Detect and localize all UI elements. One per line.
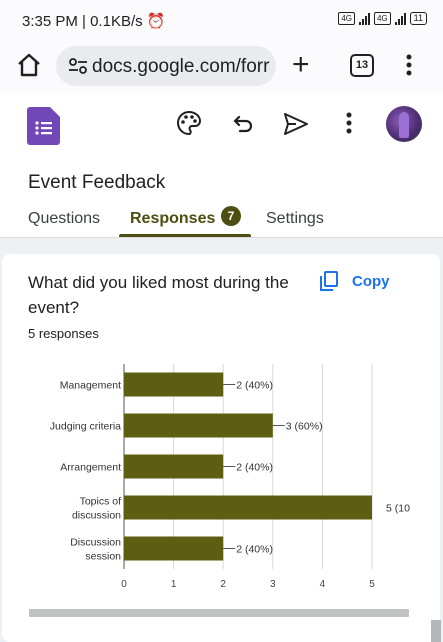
google-forms-logo-icon[interactable]: [27, 107, 60, 145]
avatar[interactable]: [386, 106, 422, 142]
send-icon[interactable]: [283, 112, 309, 136]
category-label: Arrangement: [60, 462, 121, 474]
status-time: 3:35 PM | 0.1KB/s ⏰: [22, 12, 165, 30]
new-tab-button[interactable]: +: [292, 50, 310, 80]
data-label: 2 (40%): [236, 462, 273, 474]
category-label: Discussion session: [70, 537, 121, 563]
bar: [124, 413, 273, 438]
bar-chart: 0 1 2 3 4 5 Management 2 (40%) Judging criteria 3…: [50, 364, 410, 590]
volte2-icon: 4G: [373, 12, 391, 25]
data-label: 2 (40%): [236, 544, 273, 556]
category-label: Judging criteria: [50, 421, 121, 433]
tab-switcher-button[interactable]: 13: [350, 54, 374, 77]
tab-settings[interactable]: Settings: [266, 210, 324, 228]
page-scrollbar[interactable]: [431, 620, 441, 642]
url-text[interactable]: docs.google.com/forr: [92, 56, 270, 78]
battery-icon: 11: [409, 12, 427, 25]
x-tick-label: 2: [220, 579, 226, 590]
bar: [124, 536, 224, 561]
category-label: Management: [60, 380, 121, 392]
home-icon[interactable]: [16, 52, 42, 78]
x-tick-label: 3: [270, 579, 276, 590]
copy-chart-button[interactable]: Copy: [320, 270, 390, 292]
question-title: What did you liked most during the event…: [28, 273, 289, 317]
forms-header: Event Feedback Questions Responses 7 Set…: [0, 92, 443, 238]
tab-questions[interactable]: Questions: [28, 210, 100, 228]
question-summary-card: What did you liked most during the event…: [2, 254, 440, 642]
alarm-icon: ⏰: [146, 13, 166, 30]
x-tick-label: 5: [369, 579, 375, 590]
signal2-icon: [394, 12, 406, 25]
x-tick-label: 0: [121, 579, 127, 590]
address-bar[interactable]: docs.google.com/forr: [56, 46, 276, 86]
chart-horizontal-scrollbar[interactable]: [29, 609, 409, 617]
category-label: Topics of discussion: [72, 496, 121, 522]
bar: [124, 454, 224, 479]
data-label: 5 (10: [386, 503, 410, 515]
status-bar: 3:35 PM | 0.1KB/s ⏰ 4G 4G 11: [0, 0, 443, 40]
data-label: 2 (40%): [236, 380, 273, 392]
tab-responses[interactable]: Responses: [130, 210, 215, 228]
more-options-icon[interactable]: [346, 112, 352, 134]
site-settings-icon[interactable]: [68, 57, 88, 75]
status-icons: 4G 4G 11: [338, 12, 427, 25]
responses-count-badge: 7: [221, 206, 241, 226]
copy-icon: [320, 271, 338, 291]
x-tick-label: 4: [320, 579, 326, 590]
copy-label: Copy: [352, 272, 390, 290]
undo-icon[interactable]: [232, 112, 254, 134]
active-tab-indicator: [119, 234, 251, 237]
palette-icon[interactable]: [176, 110, 202, 136]
signal-icon: [358, 12, 370, 25]
x-tick-label: 1: [171, 579, 177, 590]
status-time-text: 3:35 PM | 0.1KB/s: [22, 13, 143, 30]
data-label: 3 (60%): [286, 421, 323, 433]
bar: [124, 372, 224, 397]
bar: [124, 495, 372, 520]
response-count: 5 responses: [28, 326, 99, 341]
browser-menu-icon[interactable]: [406, 54, 412, 76]
volte-icon: 4G: [338, 12, 355, 25]
form-title: Event Feedback: [28, 172, 166, 193]
browser-toolbar: docs.google.com/forr + 13: [0, 40, 443, 92]
